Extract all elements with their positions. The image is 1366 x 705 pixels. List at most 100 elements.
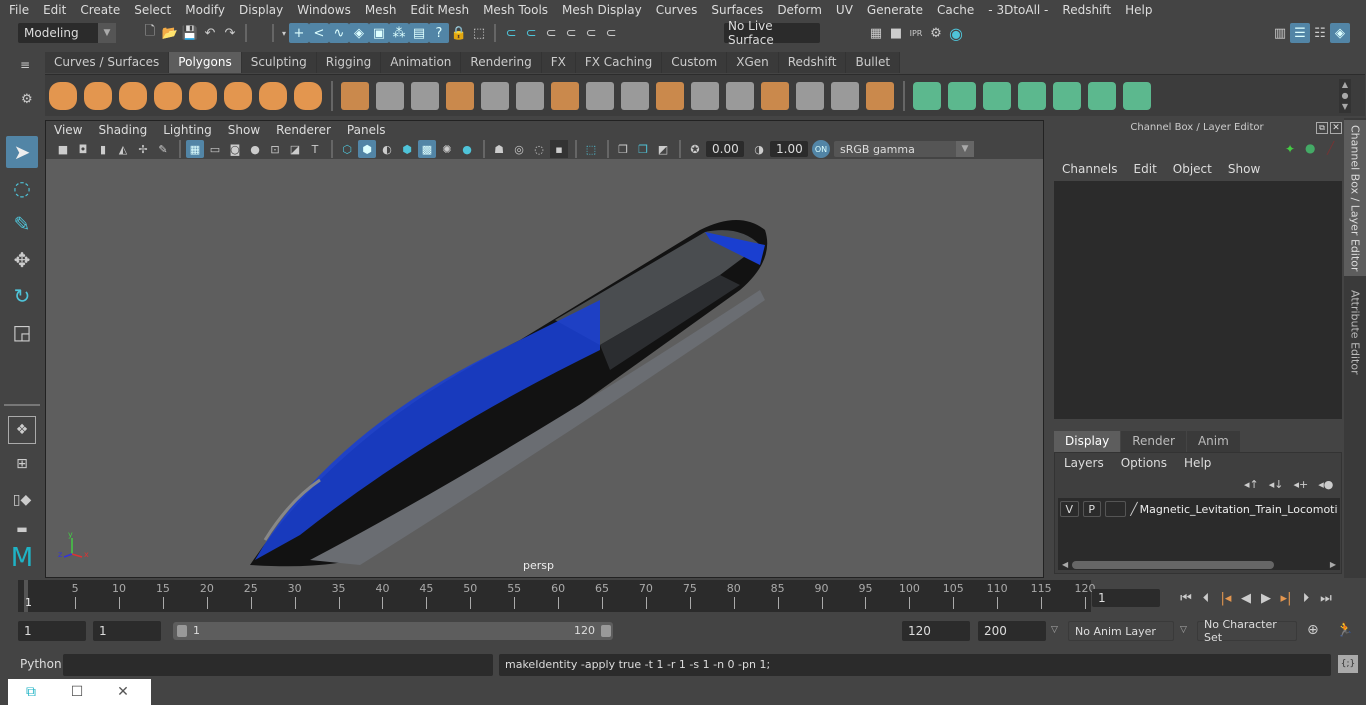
range-end-handle[interactable]: [601, 625, 611, 637]
layer-playback-toggle[interactable]: P: [1082, 501, 1101, 517]
xray-active-icon[interactable]: ◩: [654, 140, 672, 158]
render-view-icon[interactable]: ▦: [866, 23, 886, 43]
tool-settings-toggle-icon[interactable]: ☷: [1310, 23, 1330, 43]
channel-box-menu-channels[interactable]: Channels: [1054, 162, 1126, 176]
shelf-tab-bullet[interactable]: Bullet: [846, 52, 901, 73]
channel-box-toggle-icon[interactable]: ◈: [1330, 23, 1350, 43]
render-settings-icon[interactable]: ⚙: [926, 23, 946, 43]
render-current-icon[interactable]: ■: [886, 23, 906, 43]
make-live-icon[interactable]: ⊂: [601, 23, 621, 43]
shelf-tab-polygons[interactable]: Polygons: [169, 52, 242, 73]
train-model[interactable]: [46, 159, 1043, 577]
highlight-selection-icon[interactable]: ⬚: [469, 23, 489, 43]
playback-end-field[interactable]: 120: [902, 621, 970, 641]
camera-select-icon[interactable]: ■: [54, 140, 72, 158]
shelf-tab-sculpting[interactable]: Sculpting: [241, 52, 317, 73]
undo-icon[interactable]: ↶: [200, 23, 220, 43]
torus-icon[interactable]: [224, 81, 252, 110]
menu-modify[interactable]: Modify: [178, 3, 232, 17]
scroll-left-icon[interactable]: ◀: [1062, 560, 1068, 569]
lock-selection-icon[interactable]: 🔒: [449, 23, 469, 43]
menu-3dtoall[interactable]: - 3DtoAll -: [981, 3, 1055, 17]
cylinder-icon[interactable]: [119, 81, 147, 110]
current-frame-field[interactable]: 1: [1092, 589, 1160, 607]
live-surface-field[interactable]: No Live Surface: [724, 19, 820, 47]
four-view-layout-icon[interactable]: ⊞: [6, 448, 38, 480]
bookmark-icon[interactable]: ▮: [94, 140, 112, 158]
menu-create[interactable]: Create: [73, 3, 127, 17]
2d-pan-zoom-icon[interactable]: ✢: [134, 140, 152, 158]
select-deformations-icon[interactable]: ▣: [369, 23, 389, 43]
layer-tab-anim[interactable]: Anim: [1186, 431, 1240, 452]
step-back-icon[interactable]: ⏴: [1196, 588, 1216, 608]
shelf-settings-gear-icon[interactable]: ⚙: [21, 92, 33, 107]
step-forward-icon[interactable]: ⏵: [1296, 588, 1316, 608]
attribute-editor-toggle-icon[interactable]: ☰: [1290, 23, 1310, 43]
single-perspective-layout-icon[interactable]: ❖: [8, 416, 36, 444]
menu-mesh-display[interactable]: Mesh Display: [555, 3, 649, 17]
shelf-tab-rigging[interactable]: Rigging: [316, 52, 382, 73]
separate-icon[interactable]: [376, 81, 404, 110]
grid-icon[interactable]: ▦: [186, 140, 204, 158]
smooth-shade-icon[interactable]: ⬢: [358, 140, 376, 158]
channel-box-menu-show[interactable]: Show: [1220, 162, 1268, 176]
layer-color-swatch[interactable]: ╱: [1130, 502, 1137, 516]
plane-icon[interactable]: [189, 81, 217, 110]
shelf-tab-custom[interactable]: Custom: [662, 52, 728, 73]
menu-edit-mesh[interactable]: Edit Mesh: [403, 3, 476, 17]
animation-start-field[interactable]: 1: [18, 621, 86, 641]
snap-view-icon[interactable]: ⊂: [561, 23, 581, 43]
hypershade-icon[interactable]: ◉: [946, 23, 966, 43]
safe-action-icon[interactable]: ◪: [286, 140, 304, 158]
menu-file[interactable]: File: [0, 3, 36, 17]
speed-icon[interactable]: ●: [1305, 141, 1315, 155]
viewport-canvas[interactable]: [46, 159, 1043, 577]
move-layer-up-icon[interactable]: ◂↑: [1244, 478, 1259, 491]
script-language-label[interactable]: Python: [20, 657, 62, 671]
select-misc-icon[interactable]: ?: [429, 23, 449, 43]
menu-mesh-tools[interactable]: Mesh Tools: [476, 3, 555, 17]
image-plane-icon[interactable]: ◭: [114, 140, 132, 158]
playback-start-field[interactable]: 1: [93, 621, 161, 641]
shelf-tab-fx[interactable]: FX: [541, 52, 576, 73]
menu-surfaces[interactable]: Surfaces: [704, 3, 770, 17]
wireframe-icon[interactable]: ⬡: [338, 140, 356, 158]
rotate-tool-icon[interactable]: ↻: [6, 280, 38, 312]
animation-preferences-icon[interactable]: 🏃: [1336, 622, 1353, 638]
animation-end-field[interactable]: 200: [978, 621, 1046, 641]
float-panel-icon[interactable]: ⧉: [1316, 122, 1328, 134]
multicut-icon[interactable]: [586, 81, 614, 110]
xray-joints-icon[interactable]: ❐: [634, 140, 652, 158]
channel-box-area[interactable]: [1054, 181, 1342, 419]
layer-name[interactable]: Magnetic_Levitation_Train_Locomotiv: [1140, 503, 1338, 516]
layer-tab-display[interactable]: Display: [1054, 431, 1121, 452]
bridge-icon[interactable]: [551, 81, 579, 110]
outliner-persp-layout-icon[interactable]: ▯◆: [6, 484, 38, 516]
color-management-toggle-icon[interactable]: ON: [812, 140, 830, 158]
snap-point-icon[interactable]: ⊂: [541, 23, 561, 43]
anti-aliasing-icon[interactable]: ◌: [530, 140, 548, 158]
channel-box-side-tab[interactable]: Channel Box / Layer Editor: [1344, 120, 1366, 276]
shelf-tab-fx-caching[interactable]: FX Caching: [575, 52, 663, 73]
menu-display[interactable]: Display: [232, 3, 290, 17]
open-scene-icon[interactable]: 📂: [160, 23, 180, 43]
save-scene-icon[interactable]: 💾: [180, 23, 200, 43]
pyramid-icon[interactable]: [259, 81, 287, 110]
new-scene-icon[interactable]: 🗋: [140, 23, 160, 43]
film-gate-icon[interactable]: ▭: [206, 140, 224, 158]
select-by-component-icon[interactable]: ∿: [329, 23, 349, 43]
viewport-menu-view[interactable]: View: [46, 123, 90, 137]
layer-horizontal-scrollbar[interactable]: ◀ ▶: [1060, 560, 1338, 570]
target-weld-icon[interactable]: [656, 81, 684, 110]
field-chart-icon[interactable]: ⊡: [266, 140, 284, 158]
menu-uv[interactable]: UV: [829, 3, 860, 17]
viewport-menu-lighting[interactable]: Lighting: [155, 123, 220, 137]
textured-icon[interactable]: ▩: [418, 140, 436, 158]
scale-tool-icon[interactable]: ◲: [6, 316, 38, 348]
layer-display-type-toggle[interactable]: [1105, 501, 1127, 517]
go-to-start-icon[interactable]: ⏮: [1176, 588, 1196, 608]
selection-mask-dropdown[interactable]: ▾: [279, 23, 289, 43]
paint-select-tool-icon[interactable]: ✎: [6, 208, 38, 240]
script-editor-icon[interactable]: {;}: [1338, 655, 1358, 673]
menu-windows[interactable]: Windows: [290, 3, 358, 17]
